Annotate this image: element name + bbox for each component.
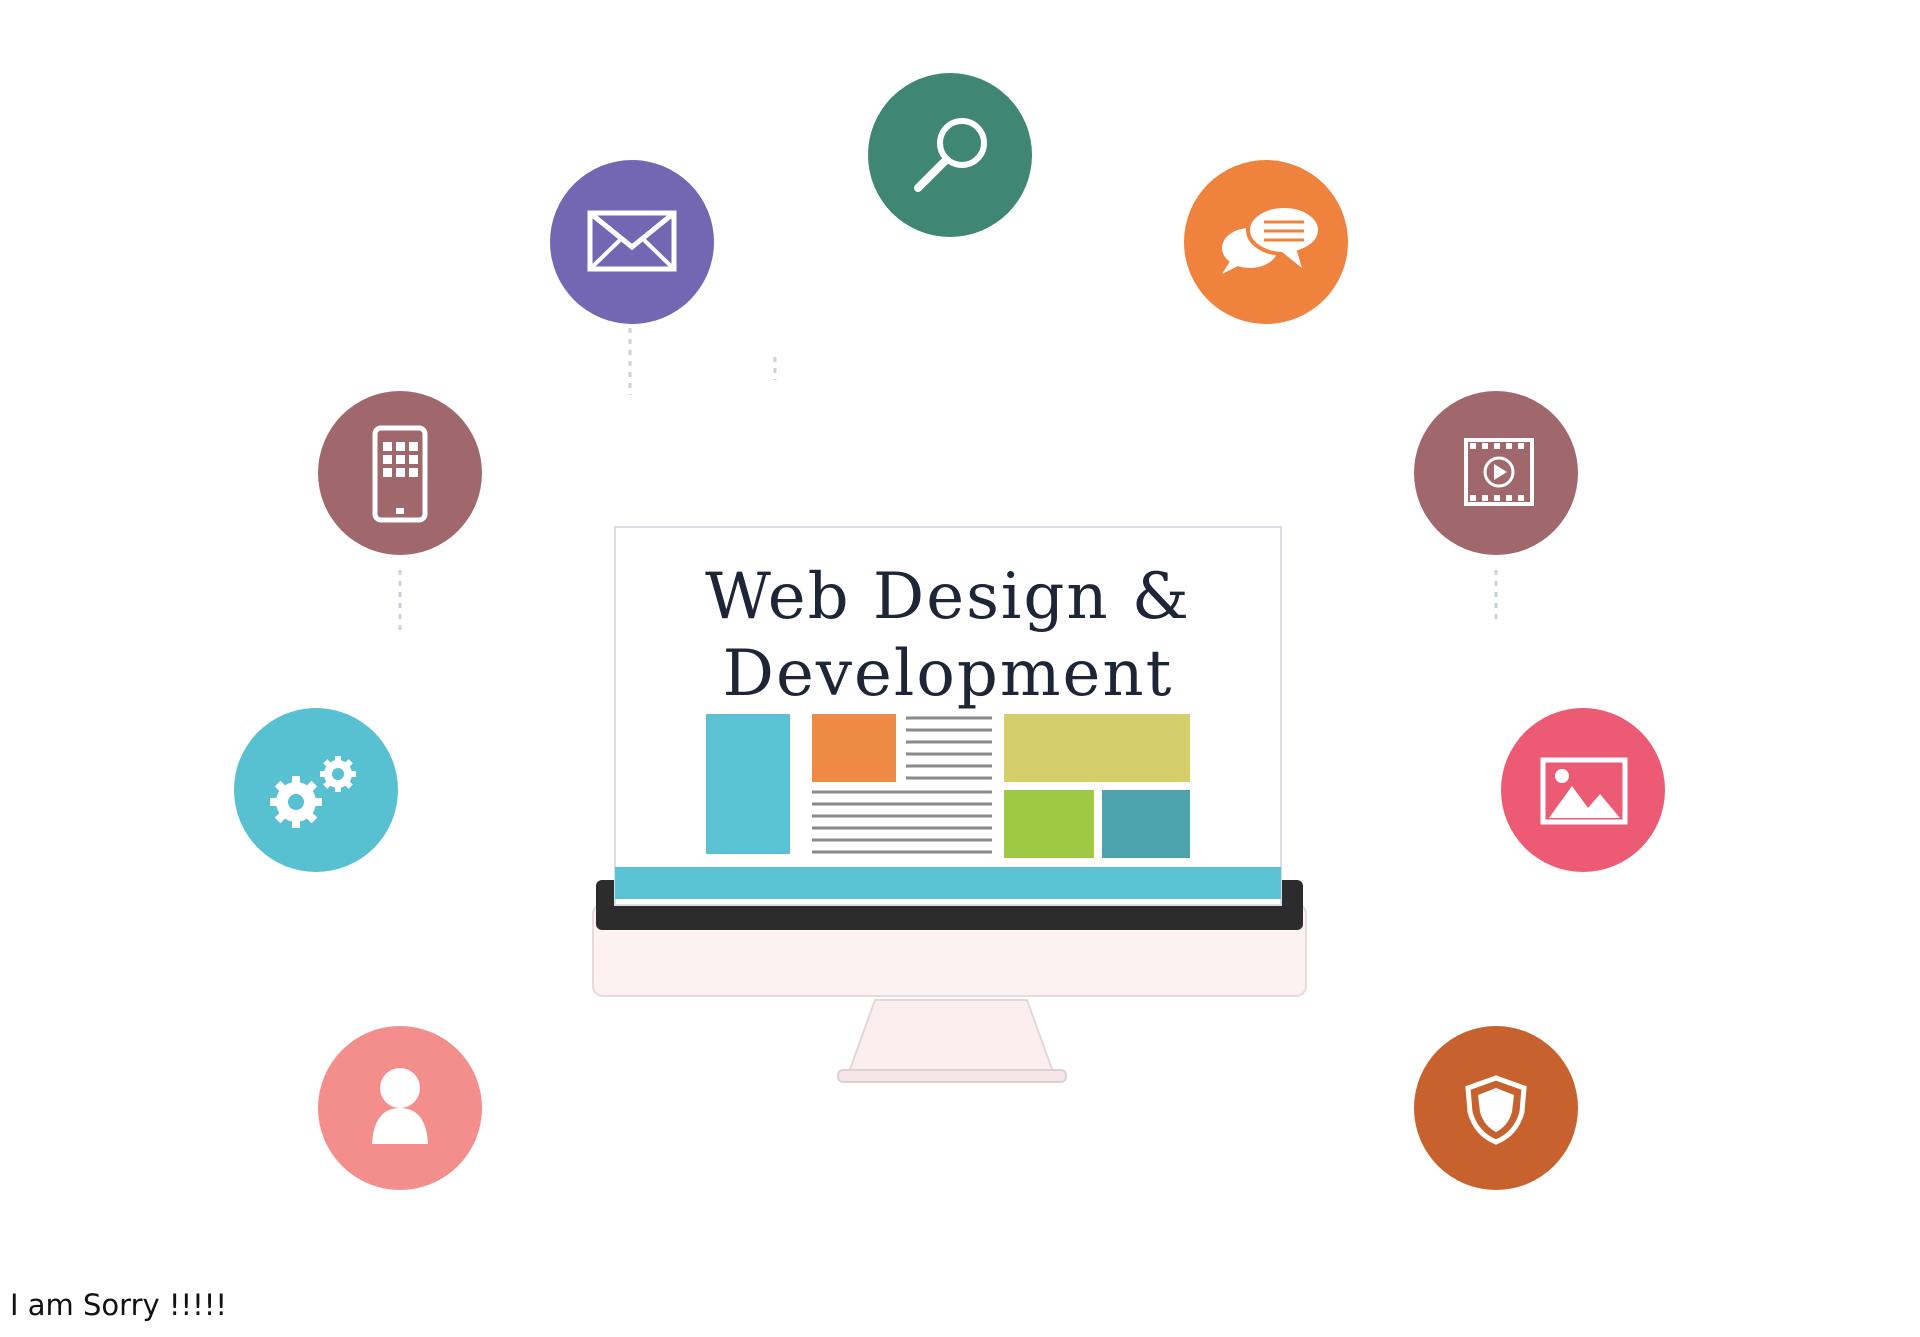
search-icon	[868, 73, 1032, 237]
caption-text: I am Sorry !!!!!	[10, 1288, 228, 1322]
gears-icon	[234, 708, 398, 872]
screen-title-line1: Web Design &	[705, 560, 1191, 634]
monitor-stand-base	[837, 1069, 1067, 1083]
layout-block-banner	[1004, 714, 1190, 782]
layout-block-tile-green	[1004, 790, 1094, 858]
mobile-icon	[318, 391, 482, 555]
monitor-stand	[847, 999, 1055, 1073]
screen-title-line2: Development	[723, 637, 1174, 711]
hero-illustration: Web Design & Development	[0, 0, 1920, 1245]
mail-icon	[550, 160, 714, 324]
user-icon	[318, 1026, 482, 1190]
layout-block-image	[812, 714, 896, 782]
video-icon	[1414, 391, 1578, 555]
image-icon	[1501, 708, 1665, 872]
shield-icon	[1414, 1026, 1578, 1190]
hero-svg: Web Design & Development	[234, 73, 1665, 1190]
layout-block-tile-teal	[1102, 790, 1190, 858]
chat-icon	[1184, 160, 1348, 324]
screen-stripe	[615, 867, 1281, 899]
layout-block-sidebar	[706, 714, 790, 854]
monitor: Web Design & Development	[592, 526, 1307, 1083]
